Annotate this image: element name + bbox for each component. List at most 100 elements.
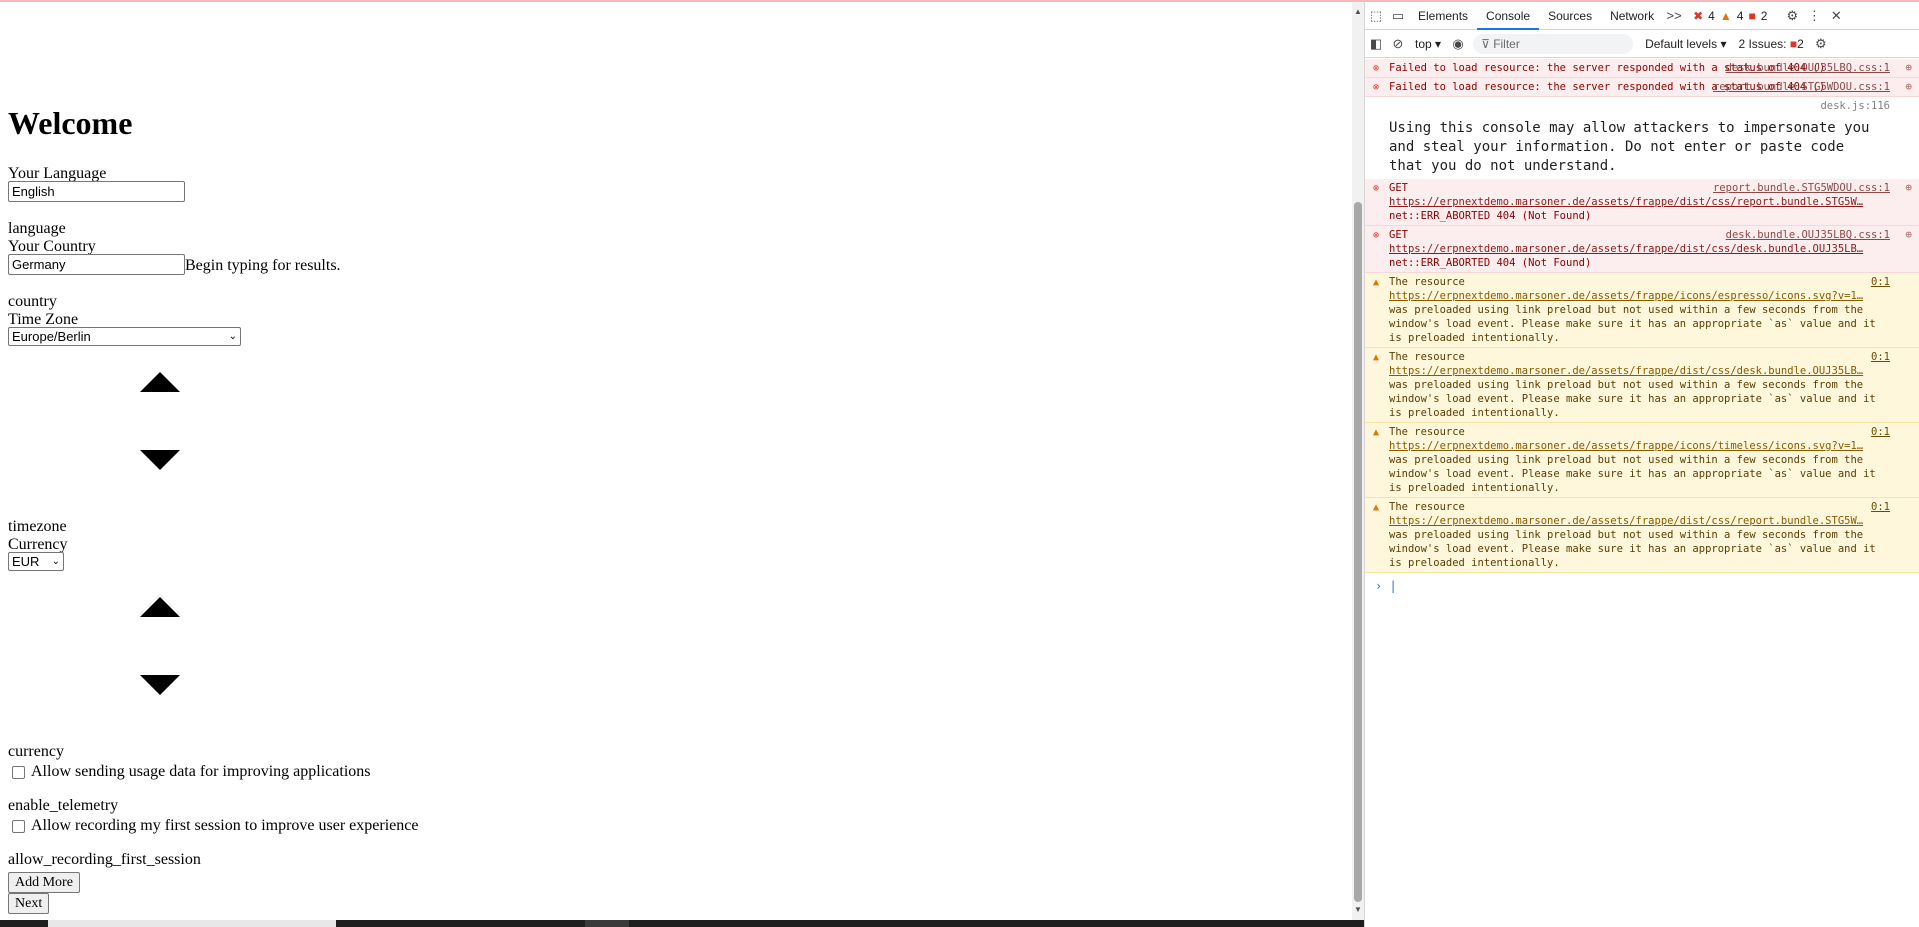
message-text: The resource — [1389, 351, 1465, 363]
country-input[interactable] — [8, 254, 185, 275]
recording-checkbox[interactable] — [12, 819, 25, 833]
telemetry-label: Allow sending usage data for improving a… — [31, 763, 371, 780]
settings-gear-icon[interactable]: ⚙ — [1781, 8, 1803, 24]
tab-network[interactable]: Network — [1601, 2, 1663, 30]
console-message: ⊗ Failed to load resource: the server re… — [1365, 59, 1919, 78]
console-message: ▲ The resource 0:1 https://erpnextdemo.m… — [1365, 348, 1919, 423]
error-icon: ⊗ — [1373, 230, 1380, 241]
issues-badge: 2 — [1797, 37, 1804, 51]
message-source-link[interactable]: report.bundle.STG5WDOU.css:1 — [1713, 80, 1890, 94]
currency-value: EUR — [12, 554, 40, 569]
filter-icon: ⊽ — [1481, 37, 1494, 51]
console-settings-gear-icon[interactable]: ⚙ — [1810, 36, 1832, 52]
inspect-element-icon[interactable]: ⬚ — [1365, 8, 1387, 24]
error-count: 4 — [1708, 8, 1715, 23]
timezone-select[interactable]: Europe/Berlin ⌄ — [8, 327, 241, 346]
message-counts[interactable]: ✖ 4 ▲ 4 ■ 2 — [1693, 9, 1767, 23]
error-icon: ⊗ — [1373, 183, 1380, 194]
message-source-link[interactable]: 0:1 — [1871, 275, 1890, 289]
console-message: ▲ The resource 0:1 https://erpnextdemo.m… — [1365, 273, 1919, 348]
sidebar-toggle-icon[interactable]: ◧ — [1365, 36, 1387, 52]
message-text: GET — [1389, 229, 1408, 241]
message-url-link[interactable]: https://erpnextdemo.marsoner.de/assets/f… — [1389, 195, 1880, 209]
message-source-link[interactable]: 0:1 — [1871, 425, 1890, 439]
filter-placeholder: Filter — [1493, 37, 1520, 51]
add-more-button[interactable]: Add More — [8, 872, 80, 893]
chevron-down-icon: ⌄ — [228, 331, 237, 342]
context-select[interactable]: top ▾ — [1409, 37, 1447, 51]
warning-icon: ▲ — [1373, 277, 1380, 288]
filter-input[interactable]: ⊽ Filter — [1473, 34, 1634, 54]
message-text: The resource — [1389, 276, 1465, 288]
issues-button[interactable]: 2 Issues: ■2 — [1738, 37, 1803, 51]
console-message: ▲ The resource 0:1 https://erpnextdemo.m… — [1365, 498, 1919, 573]
console-toolbar: ◧ ⊘ top ▾ ◉ ⊽ Filter Default levels ▾ 2 … — [1365, 31, 1919, 58]
next-button[interactable]: Next — [8, 893, 50, 914]
recording-option[interactable]: Allow recording my first session to impr… — [12, 817, 418, 835]
console-message: desk.js:116 Using this console may allow… — [1365, 97, 1919, 179]
issue-count: 2 — [1760, 8, 1768, 23]
currency-field-name: currency — [8, 743, 64, 760]
chevron-down-icon: ⌄ — [51, 556, 60, 567]
recording-field-name: allow_recording_first_session — [8, 851, 201, 868]
log-levels-value: Default levels — [1645, 37, 1718, 51]
message-source-link[interactable]: 0:1 — [1871, 350, 1890, 364]
message-url-link[interactable]: https://erpnextdemo.marsoner.de/assets/f… — [1389, 514, 1880, 528]
warning-icon: ▲ — [1373, 502, 1380, 513]
message-detail: was preloaded using link preload but not… — [1389, 454, 1876, 494]
tab-sources[interactable]: Sources — [1539, 2, 1601, 30]
message-url-link[interactable]: https://erpnextdemo.marsoner.de/assets/f… — [1389, 289, 1880, 303]
message-source-link[interactable]: desk.bundle.OUJ35LBQ.css:1 — [1726, 228, 1890, 242]
network-request-icon[interactable]: ⊕ — [1905, 80, 1912, 94]
console-prompt-input[interactable]: › | — [1365, 573, 1919, 599]
page-scrollbar[interactable]: ▲ ▼ — [1352, 2, 1364, 920]
scroll-down-arrow-icon[interactable] — [140, 675, 180, 695]
tab-elements[interactable]: Elements — [1409, 2, 1477, 30]
network-request-icon[interactable]: ⊕ — [1905, 181, 1912, 195]
clear-console-icon[interactable]: ⊘ — [1387, 36, 1409, 52]
log-levels-select[interactable]: Default levels ▾ — [1645, 37, 1726, 51]
telemetry-option[interactable]: Allow sending usage data for improving a… — [12, 763, 370, 781]
timezone-field-name: timezone — [8, 518, 67, 535]
telemetry-field-name: enable_telemetry — [8, 797, 119, 814]
kebab-menu-icon[interactable]: ⋮ — [1803, 8, 1825, 24]
scroll-up-arrow-icon[interactable] — [140, 597, 180, 617]
scroll-up-arrow-icon[interactable] — [140, 372, 180, 392]
close-icon[interactable]: ✕ — [1825, 8, 1847, 24]
live-expression-eye-icon[interactable]: ◉ — [1447, 36, 1469, 52]
context-value: top — [1415, 37, 1432, 51]
currency-select[interactable]: EUR ⌄ — [8, 552, 64, 571]
issue-icon: ■ — [1789, 37, 1798, 51]
device-toolbar-icon[interactable]: ▭ — [1387, 8, 1409, 24]
telemetry-checkbox[interactable] — [12, 765, 25, 779]
warning-count: 4 — [1736, 8, 1744, 23]
message-detail: net::ERR_ABORTED 404 (Not Found) — [1389, 257, 1592, 269]
scrollbar-thumb[interactable] — [1354, 202, 1362, 902]
message-text: The resource — [1389, 426, 1465, 438]
tab-console[interactable]: Console — [1477, 2, 1540, 30]
taskbar-strip — [0, 920, 1364, 927]
message-detail: was preloaded using link preload but not… — [1389, 304, 1876, 344]
scroll-down-arrow-icon[interactable] — [140, 450, 180, 470]
message-source-link[interactable]: desk.bundle.OUJ35LBQ.css:1 — [1726, 61, 1890, 75]
message-url-link[interactable]: https://erpnextdemo.marsoner.de/assets/f… — [1389, 439, 1880, 453]
devtools-tabbar: ⬚ ▭ Elements Console Sources Network >> … — [1365, 2, 1919, 30]
scroll-down-icon[interactable]: ▼ — [1354, 906, 1362, 914]
scroll-up-icon[interactable]: ▲ — [1354, 8, 1362, 16]
network-request-icon[interactable]: ⊕ — [1905, 228, 1912, 242]
prompt-chevron-icon: › — [1375, 579, 1383, 593]
message-url-link[interactable]: https://erpnextdemo.marsoner.de/assets/f… — [1389, 364, 1880, 378]
message-source-link[interactable]: 0:1 — [1871, 500, 1890, 514]
message-url-link[interactable]: https://erpnextdemo.marsoner.de/assets/f… — [1389, 242, 1880, 256]
console-message: ▲ The resource 0:1 https://erpnextdemo.m… — [1365, 423, 1919, 498]
taskbar-segment — [585, 920, 629, 927]
console-message: ⊗ Failed to load resource: the server re… — [1365, 78, 1919, 97]
message-source-link[interactable]: report.bundle.STG5WDOU.css:1 — [1713, 181, 1890, 195]
message-text: Using this console may allow attackers t… — [1389, 120, 1870, 174]
console-messages: ⊗ Failed to load resource: the server re… — [1365, 59, 1919, 925]
network-request-icon[interactable]: ⊕ — [1905, 61, 1912, 75]
more-tabs-icon[interactable]: >> — [1663, 8, 1685, 23]
language-input[interactable] — [8, 181, 185, 202]
message-source-link[interactable]: desk.js:116 — [1820, 99, 1890, 113]
console-message: ⊗ GET report.bundle.STG5WDOU.css:1 ⊕ htt… — [1365, 179, 1919, 226]
